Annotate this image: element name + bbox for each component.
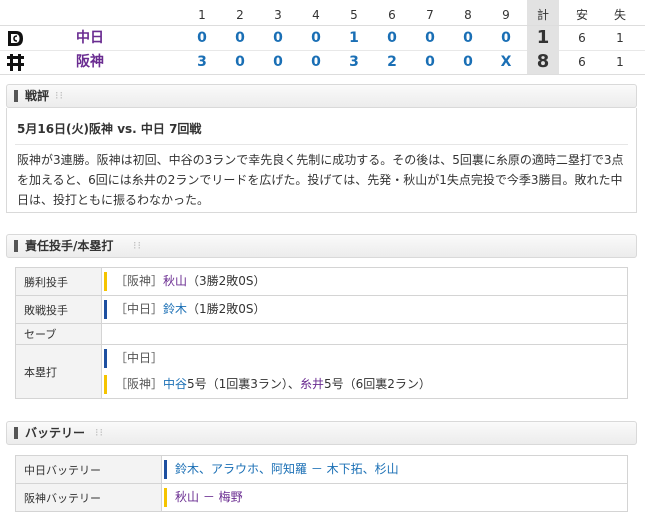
player-link[interactable]: 鈴木 [163,302,187,316]
inning-header: 9 [502,8,510,22]
dragons-color-stripe [104,300,107,319]
inning-header: 1 [198,8,206,22]
dotted-divider: ⁝⁝ [55,89,64,102]
inning-header: 5 [350,8,358,22]
inning-header: 6 [388,8,396,22]
scoreboard-row-tigers: 阪神 3 0 0 0 3 2 0 0 X 8 6 1 [0,50,645,75]
player-link[interactable]: 糸井 [300,377,324,391]
battery-dragons[interactable]: 鈴木、アラウホ、阿知羅 － 木下拓、杉山 [163,456,627,483]
battery-players[interactable]: 秋山 － 梅野 [175,490,243,504]
homerun-entry-dragons: ［中日］ [103,345,627,371]
review-text: 阪神が3連勝。阪神は初回、中谷の3ランで幸先良く先制に成功する。その後は、5回裏… [17,153,624,207]
table-row: 阪神バッテリー 秋山 － 梅野 [15,484,628,512]
table-row: セーブ [15,324,628,345]
inning-score: X [500,54,512,70]
homerun-note: 5号（1回裏3ラン）、 [187,377,300,391]
section-marker [14,90,18,102]
errors-count: 1 [616,31,624,45]
player-link[interactable]: 秋山 [163,274,187,288]
tigers-logo-icon [6,53,25,72]
inning-score: 0 [425,54,435,70]
inning-score: 0 [235,30,245,46]
hits-header: 安 [575,8,588,22]
homerun-entry-tigers: ［阪神］中谷5号（1回裏3ラン）、糸井5号（6回裏2ラン） [103,371,627,397]
pitchers-title: 責任投手/本塁打 [25,239,114,253]
inning-score: 1 [349,30,359,46]
row-label: 勝利投手 [16,268,102,295]
inning-header: 7 [426,8,434,22]
inning-score: 2 [387,54,397,70]
pitcher-record: （3勝2敗0S） [187,274,266,288]
battery-section-header: バッテリー ⁝⁝ [6,421,637,445]
loss-pitcher-entry: ［中日］鈴木（1勝2敗0S） [103,296,627,322]
inning-score: 0 [463,54,473,70]
team-name-dragons[interactable]: 中日 [76,26,104,50]
battery-tigers[interactable]: 秋山 － 梅野 [163,484,627,511]
battery-players[interactable]: 鈴木、アラウホ、阿知羅 － 木下拓、杉山 [175,462,399,476]
pitcher-record: （1勝2敗0S） [187,302,266,316]
scoreboard-row-dragons: 中日 0 0 0 0 1 0 0 0 0 1 6 1 [0,26,645,50]
inning-score: 0 [425,30,435,46]
errors-header: 失 [613,8,626,22]
inning-score: 3 [197,54,207,70]
inning-header: 4 [312,8,320,22]
errors-count: 1 [616,55,624,69]
tigers-color-stripe [164,488,167,507]
dragons-color-stripe [164,460,167,479]
inning-score: 0 [463,30,473,46]
review-box: 5月16日(火)阪神 vs. 中日 7回戦 阪神が3連勝。阪神は初回、中谷の3ラ… [6,108,637,213]
inning-header: 2 [236,8,244,22]
inning-score: 0 [501,30,511,46]
table-row: 中日バッテリー 鈴木、アラウホ、阿知羅 － 木下拓、杉山 [15,456,628,484]
pitchers-table: 勝利投手 ［阪神］秋山（3勝2敗0S） 敗戦投手 ［中日］鈴木（1勝2敗0S） … [15,267,628,399]
dragons-logo-icon [6,29,25,48]
review-section-header: 戦評 ⁝⁝ [6,84,637,108]
total-runs: 8 [527,50,559,74]
dotted-divider: ⁝⁝ [95,426,104,439]
inning-score: 0 [311,30,321,46]
homerun-note: 5号（6回裏2ラン） [323,377,431,391]
inning-score: 0 [273,54,283,70]
table-row: 敗戦投手 ［中日］鈴木（1勝2敗0S） [15,296,628,324]
inning-header: 3 [274,8,282,22]
tigers-color-stripe [104,375,107,394]
inning-score: 0 [235,54,245,70]
row-label: 本塁打 [16,345,102,398]
hits-count: 6 [578,31,586,45]
row-label: 阪神バッテリー [16,484,162,511]
review-title: 戦評 [25,89,50,103]
tigers-color-stripe [104,272,107,291]
hits-count: 6 [578,55,586,69]
team-bracket: ［阪神］ [115,377,164,391]
battery-table: 中日バッテリー 鈴木、アラウホ、阿知羅 － 木下拓、杉山 阪神バッテリー 秋山 … [15,455,628,512]
team-name-tigers[interactable]: 阪神 [76,50,104,74]
team-bracket: ［中日］ [115,302,164,316]
team-bracket: ［阪神］ [115,274,164,288]
win-pitcher-entry: ［阪神］秋山（3勝2敗0S） [103,268,627,294]
total-runs: 1 [527,26,559,50]
battery-title: バッテリー [25,426,86,440]
row-label: セーブ [16,324,102,344]
scoreboard: 1 2 3 4 5 6 7 8 9 計 安 失 中日 0 0 0 0 1 0 0… [0,0,645,78]
scoreboard-header: 1 2 3 4 5 6 7 8 9 計 安 失 [0,0,645,26]
section-marker [14,240,18,252]
review-date-line: 5月16日(火)阪神 vs. 中日 7回戦 [17,122,202,136]
section-marker [14,427,18,439]
dragons-color-stripe [104,349,107,368]
inning-score: 0 [197,30,207,46]
inning-score: 0 [273,30,283,46]
row-label: 敗戦投手 [16,296,102,323]
pitchers-section-header: 責任投手/本塁打 ⁝⁝ [6,234,637,258]
table-row: 本塁打 ［中日］ ［阪神］中谷5号（1回裏3ラン）、糸井5号（6回裏2ラン） [15,345,628,399]
inning-score: 0 [311,54,321,70]
inning-score: 0 [387,30,397,46]
player-link[interactable]: 中谷 [163,377,187,391]
total-header: 計 [527,0,559,26]
inning-score: 3 [349,54,359,70]
row-label: 中日バッテリー [16,456,162,483]
team-bracket: ［中日］ [115,351,164,365]
table-row: 勝利投手 ［阪神］秋山（3勝2敗0S） [15,268,628,296]
dotted-divider: ⁝⁝ [133,239,142,252]
inning-header: 8 [464,8,472,22]
